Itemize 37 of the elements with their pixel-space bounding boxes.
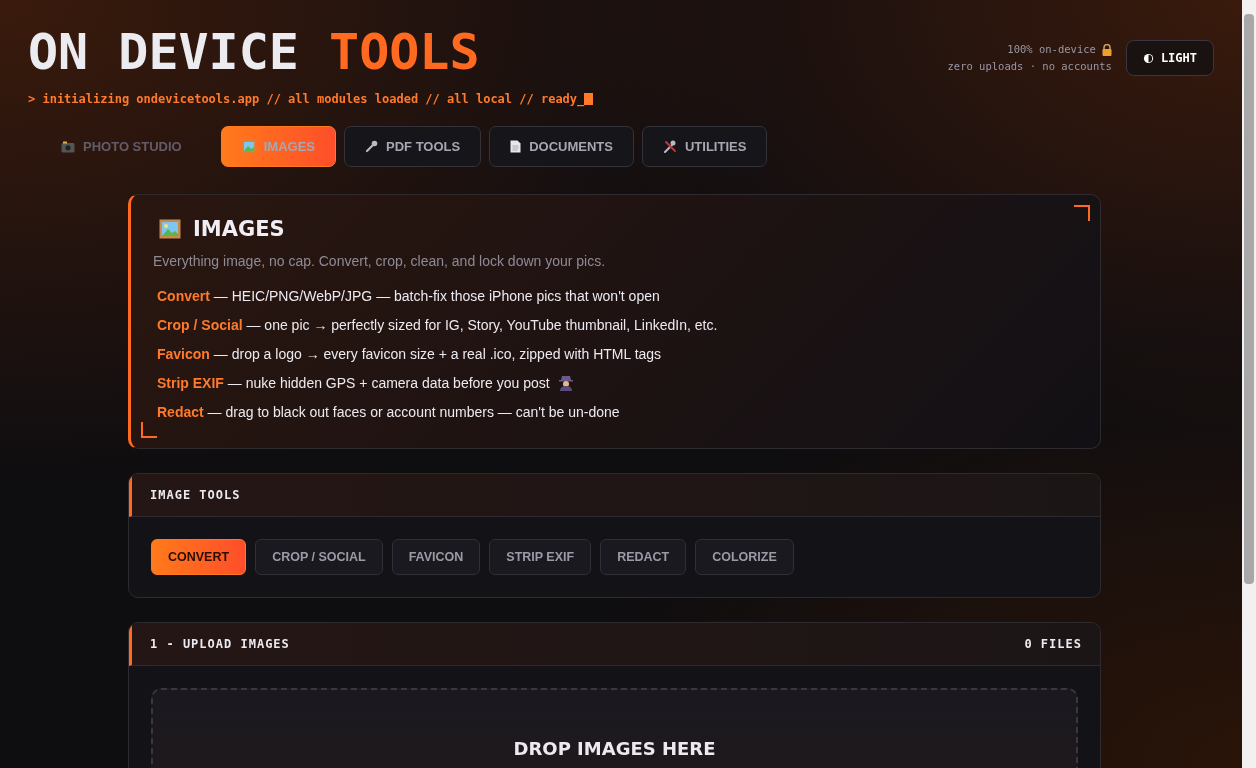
corner-bracket xyxy=(1074,205,1090,221)
theme-toggle-button[interactable]: LIGHT xyxy=(1125,40,1214,76)
scrollbar-thumb[interactable] xyxy=(1244,14,1254,584)
feature-description: Strip EXIF — nuke hidden GPS + camera data before you post xyxy=(157,374,550,391)
category-tab[interactable]: DOCUMENTS xyxy=(489,126,634,167)
panel-title: IMAGE TOOLS xyxy=(150,488,241,502)
drop-zone[interactable]: DROP IMAGES HERE xyxy=(151,688,1078,768)
site-title: ON DEVICE TOOLS xyxy=(28,22,481,82)
panel-title: 1 - UPLOAD IMAGES xyxy=(150,637,290,651)
tool-tab[interactable]: STRIP EXIF xyxy=(489,539,592,575)
picture-frame-icon xyxy=(241,140,256,153)
tool-tab[interactable]: FAVICON xyxy=(391,539,481,575)
camera-icon xyxy=(61,140,75,153)
corner-bracket xyxy=(141,422,157,438)
drop-zone-title: DROP IMAGES HERE xyxy=(513,738,716,761)
wrench-icon xyxy=(365,140,378,153)
picture-frame-icon xyxy=(159,219,181,239)
category-tab[interactable]: PDF TOOLS xyxy=(344,126,482,167)
tool-tab[interactable]: CONVERT xyxy=(151,539,247,575)
file-count: 0 FILES xyxy=(1024,637,1082,651)
section-title: IMAGES xyxy=(193,217,285,241)
privacy-text: 100% on-device xyxy=(1007,42,1096,57)
tools-icon xyxy=(662,140,677,153)
tool-tab[interactable]: CROP / SOCIAL xyxy=(255,539,383,575)
feature-description: Crop / Social — one pic → perfectly sized for IG, Story, YouTube thumbnail, LinkedIn, etc. xyxy=(157,316,718,333)
tool-tab[interactable]: REDACT xyxy=(600,539,687,575)
contrast-icon xyxy=(1142,52,1154,64)
category-tab[interactable]: UTILITIES xyxy=(641,126,768,167)
feature-description: Convert — HEIC/PNG/WebP/JPG — batch-fix those iPhone pics that won't open xyxy=(157,287,660,304)
section-subtitle: Everything image, no cap. Convert, crop, clean, and lock down your pics. xyxy=(153,253,607,269)
privacy-text: zero uploads · no accounts xyxy=(947,59,1112,74)
feature-description: Redact — drag to black out faces or account numbers — can't be un-done xyxy=(157,403,620,420)
feature-description: Favicon — drop a logo → every favicon size + a real .ico, zipped with HTML tags xyxy=(157,345,662,362)
spy-figure-icon xyxy=(557,374,574,391)
document-icon xyxy=(510,140,522,153)
tool-tab[interactable]: COLORIZE xyxy=(695,539,794,575)
lock-icon xyxy=(1101,43,1112,56)
